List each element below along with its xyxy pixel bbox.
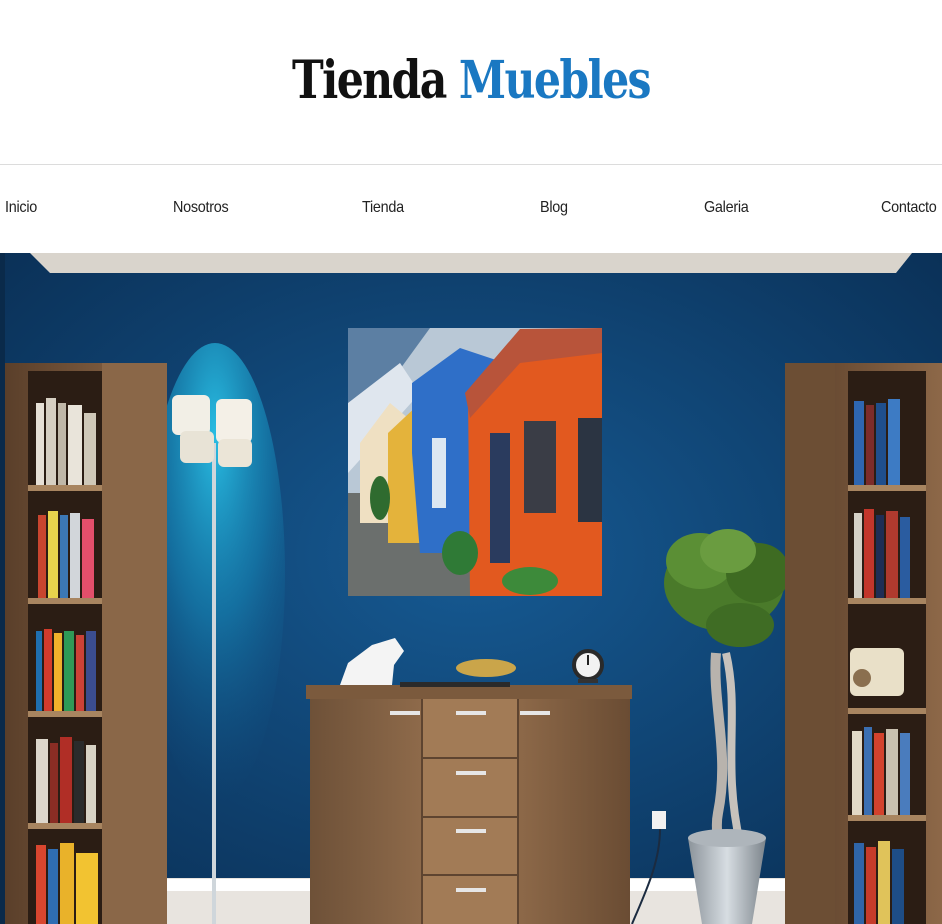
nav-item-tienda[interactable]: Tienda [362, 199, 404, 217]
site-title-part1: Tienda [292, 50, 447, 111]
site-title-part2: Muebles [458, 50, 652, 111]
nav-item-nosotros[interactable]: Nosotros [173, 199, 229, 217]
hero-image [0, 253, 942, 924]
right-bookshelf [785, 363, 942, 924]
nav-item-contacto[interactable]: Contacto [881, 199, 937, 217]
nav-item-inicio[interactable]: Inicio [5, 199, 37, 217]
nav-item-blog[interactable]: Blog [540, 199, 568, 217]
nav-item-galeria[interactable]: Galeria [704, 199, 749, 217]
wooden-dresser [306, 685, 632, 924]
ceiling-molding [30, 253, 912, 273]
left-bookshelf [5, 363, 167, 924]
wall-edge [0, 253, 5, 924]
wall-painting [348, 328, 602, 596]
main-nav: Inicio Nosotros Tienda Blog Galeria Cont… [0, 165, 942, 253]
site-title[interactable]: Tienda Muebles [85, 50, 857, 112]
wall-outlet [652, 811, 666, 829]
site-header: Tienda Muebles [0, 0, 942, 164]
hero-living-room-illustration [0, 253, 942, 924]
